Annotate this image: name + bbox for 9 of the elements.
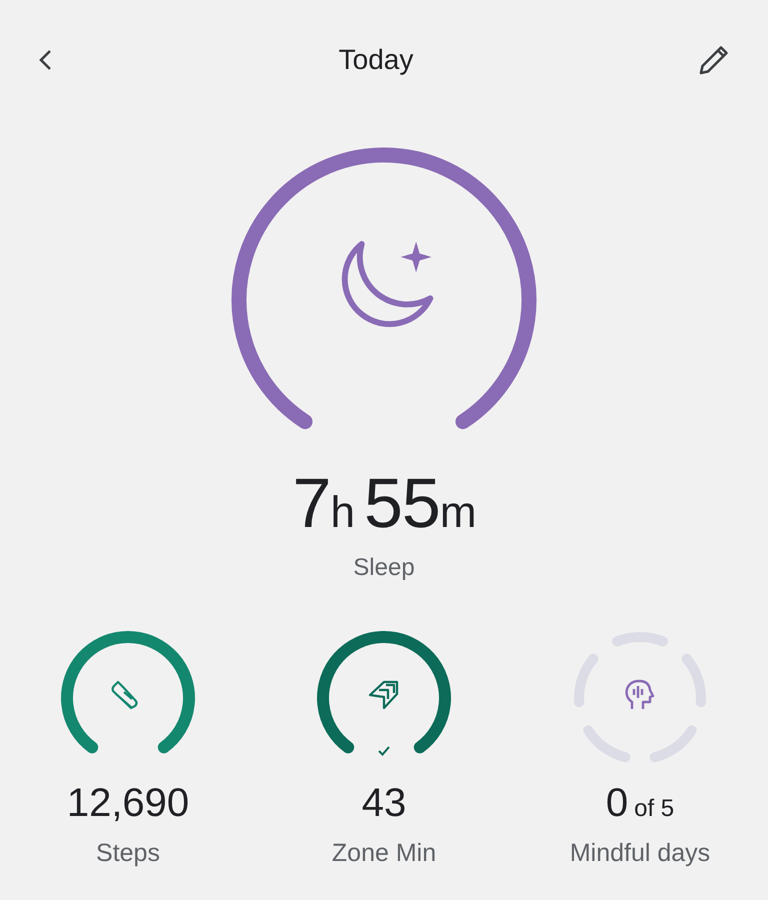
metric-value: 12,690 bbox=[66, 783, 190, 823]
metric-label: Mindful days bbox=[570, 838, 710, 869]
sleep-duration: 7h 55m bbox=[292, 468, 476, 538]
metric-label: Sleep bbox=[353, 553, 415, 583]
page-title: Today bbox=[338, 43, 414, 77]
metric-value: 0 of 5 bbox=[606, 783, 674, 823]
metric-label: Zone Min bbox=[332, 838, 436, 869]
metric-value: 43 bbox=[362, 783, 406, 823]
metric-label: Steps bbox=[96, 838, 160, 869]
